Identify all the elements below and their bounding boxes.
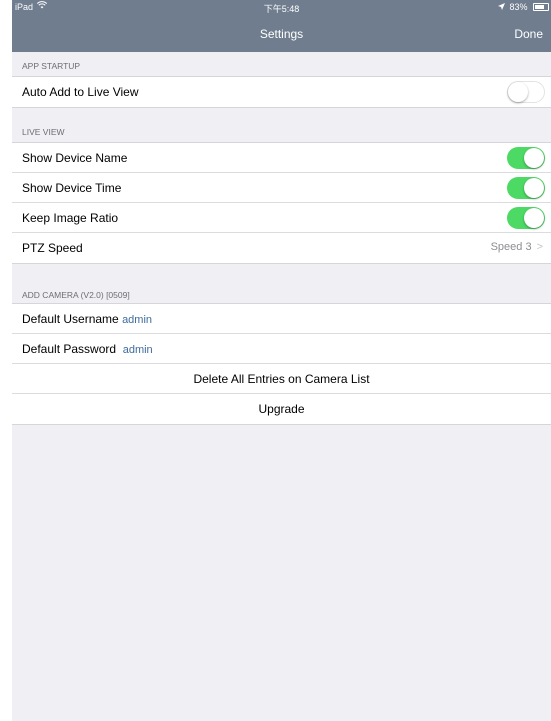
show-device-name-row: Show Device Name <box>12 143 551 173</box>
keep-image-ratio-row: Keep Image Ratio <box>12 203 551 233</box>
section-header-app-startup: APP STARTUP <box>22 61 81 71</box>
show-device-name-toggle[interactable] <box>507 147 545 169</box>
show-device-name-label: Show Device Name <box>22 151 128 165</box>
ptz-speed-label: PTZ Speed <box>22 241 83 255</box>
settings-screen: iPad 下午5:48 83% Settings Done APP STARTU… <box>12 0 551 721</box>
section-header-add-camera: ADD CAMERA (V2.0) [0509] <box>22 290 130 300</box>
ptz-speed-value: Speed 3 <box>490 241 532 253</box>
default-username-field: Default Username admin <box>22 312 152 326</box>
show-device-time-label: Show Device Time <box>22 181 122 195</box>
auto-add-toggle[interactable] <box>507 81 545 103</box>
battery-percent: 83% <box>509 2 528 12</box>
ptz-speed-row[interactable]: PTZ Speed Speed 3 > <box>12 233 551 263</box>
delete-entries-row[interactable]: Delete All Entries on Camera List <box>12 364 551 394</box>
status-right: 83% <box>497 2 549 12</box>
navigation-bar: iPad 下午5:48 83% Settings Done <box>12 0 551 52</box>
default-password-field: Default Password admin <box>22 342 153 356</box>
status-time: 下午5:48 <box>263 4 300 14</box>
status-bar: iPad 下午5:48 83% <box>12 0 551 16</box>
ptz-speed-detail: Speed 3 > <box>491 241 543 253</box>
battery-icon <box>533 3 549 11</box>
default-password-value[interactable]: admin <box>123 344 153 356</box>
keep-image-ratio-label: Keep Image Ratio <box>22 211 119 225</box>
default-password-label: Default Password <box>22 342 117 356</box>
chevron-right-icon: > <box>536 241 543 253</box>
location-arrow-icon <box>497 2 505 12</box>
done-button[interactable]: Done <box>514 27 543 41</box>
default-password-row[interactable]: Default Password admin <box>12 334 551 364</box>
upgrade-button[interactable]: Upgrade <box>12 402 551 416</box>
keep-image-ratio-toggle[interactable] <box>507 207 545 229</box>
page-title: Settings <box>259 27 304 41</box>
upgrade-row[interactable]: Upgrade <box>12 394 551 424</box>
app-startup-group: Auto Add to Live View <box>12 76 551 108</box>
auto-add-row: Auto Add to Live View <box>12 77 551 107</box>
delete-all-entries-button[interactable]: Delete All Entries on Camera List <box>12 372 551 386</box>
add-camera-group: Default Username admin Default Password … <box>12 303 551 425</box>
auto-add-label: Auto Add to Live View <box>22 85 139 99</box>
show-device-time-toggle[interactable] <box>507 177 545 199</box>
default-username-row[interactable]: Default Username admin <box>12 304 551 334</box>
default-username-label: Default Username <box>22 312 119 326</box>
default-username-value[interactable]: admin <box>122 314 152 326</box>
live-view-group: Show Device Name Show Device Time Keep I… <box>12 142 551 264</box>
show-device-time-row: Show Device Time <box>12 173 551 203</box>
section-header-live-view: LIVE VIEW <box>22 127 65 137</box>
